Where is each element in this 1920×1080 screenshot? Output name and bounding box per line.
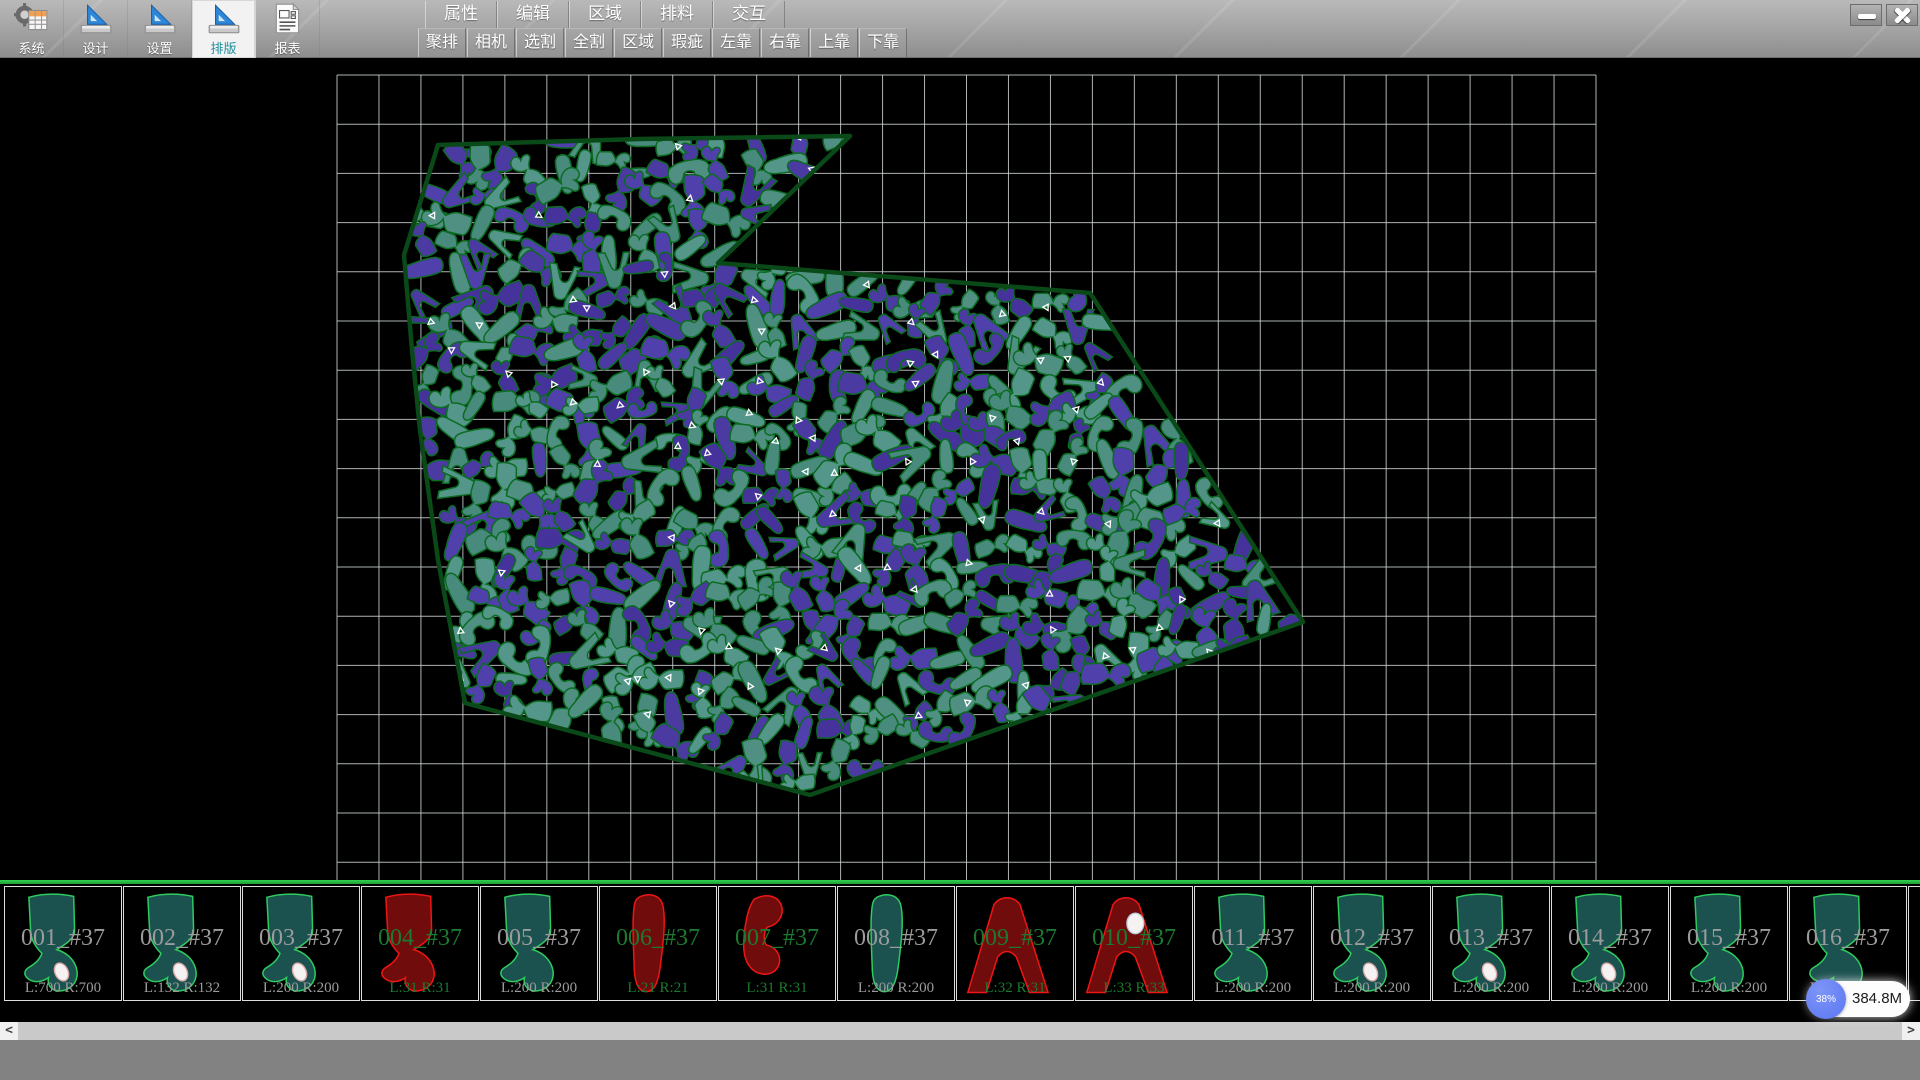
main-button-nesting[interactable]: 排版 — [192, 0, 256, 58]
settings-icon — [142, 2, 178, 41]
part-thumbnail-6[interactable]: 006_#37L:21 R:21 — [599, 886, 717, 1001]
main-button-label: 设置 — [146, 41, 172, 57]
part-thumbnail-17[interactable]: 017_#37L:200 R:200 — [1908, 886, 1920, 1001]
close-button[interactable] — [1886, 4, 1918, 26]
main-button-design[interactable]: 设计 — [64, 0, 128, 58]
part-thumbnail-14[interactable]: 014_#37L:200 R:200 — [1551, 886, 1669, 1001]
nesting-canvas[interactable] — [0, 58, 1920, 880]
scroll-left-icon[interactable]: < — [0, 1022, 18, 1040]
tool-item-7[interactable]: 右靠 — [761, 28, 809, 57]
main-button-settings[interactable]: 设置 — [128, 0, 192, 58]
part-thumbnail-1[interactable]: 001_#37L:700 R:700 — [4, 886, 122, 1001]
titlebar: 系统设计设置排版报表 属性编辑区域排料交互 聚排相机选割全割区域瑕疵左靠右靠上靠… — [0, 0, 1920, 58]
part-shape — [1911, 888, 1920, 1000]
horizontal-scrollbar[interactable]: < > — [0, 1022, 1920, 1040]
part-shape — [1435, 888, 1531, 1000]
window-controls — [1850, 4, 1918, 26]
scroll-right-icon[interactable]: > — [1902, 1022, 1920, 1040]
tool-item-0[interactable]: 聚排 — [418, 28, 466, 57]
minimize-button[interactable] — [1850, 4, 1882, 26]
design-icon — [78, 2, 114, 41]
tool-item-2[interactable]: 选割 — [516, 28, 564, 57]
main-button-report[interactable]: 报表 — [256, 0, 320, 58]
main-button-system[interactable]: 系统 — [0, 0, 64, 58]
part-thumbnail-2[interactable]: 002_#37L:132 R:132 — [123, 886, 241, 1001]
menu-item-1[interactable]: 编辑 — [497, 1, 569, 28]
part-thumbnail-10[interactable]: 010_#37L:33 R:33 — [1075, 886, 1193, 1001]
memory-percent-circle: 38% — [1806, 979, 1846, 1019]
part-shape — [1554, 888, 1650, 1000]
part-shape — [721, 888, 817, 1000]
main-button-label: 设计 — [82, 41, 108, 57]
part-shape — [126, 888, 222, 1000]
part-thumbnail-3[interactable]: 003_#37L:200 R:200 — [242, 886, 360, 1001]
part-thumbnail-15[interactable]: 015_#37L:200 R:200 — [1670, 886, 1788, 1001]
main-button-label: 系统 — [18, 41, 44, 57]
tool-item-6[interactable]: 左靠 — [712, 28, 760, 57]
part-shape — [1673, 888, 1769, 1000]
tool-item-9[interactable]: 下靠 — [859, 28, 907, 57]
report-icon — [270, 2, 306, 41]
menu-bar: 属性编辑区域排料交互 — [425, 1, 785, 28]
part-thumbnail-4[interactable]: 004_#37L:31 R:31 — [361, 886, 479, 1001]
memory-percent: 38% — [1816, 994, 1836, 1005]
part-shape — [602, 888, 698, 1000]
menu-item-2[interactable]: 区域 — [569, 1, 641, 28]
tool-bar: 聚排相机选割全割区域瑕疵左靠右靠上靠下靠 — [418, 28, 908, 57]
part-thumbnail-8[interactable]: 008_#37L:200 R:200 — [837, 886, 955, 1001]
part-thumbnail-12[interactable]: 012_#37L:200 R:200 — [1313, 886, 1431, 1001]
menu-item-4[interactable]: 交互 — [713, 1, 785, 28]
part-thumbnail-5[interactable]: 005_#37L:200 R:200 — [480, 886, 598, 1001]
nesting-icon — [206, 2, 242, 41]
tool-item-8[interactable]: 上靠 — [810, 28, 858, 57]
parts-strip: 001_#37L:700 R:700002_#37L:132 R:132003_… — [0, 884, 1920, 1005]
part-shape — [1197, 888, 1293, 1000]
main-button-label: 排版 — [210, 41, 236, 57]
part-shape — [1316, 888, 1412, 1000]
system-icon — [14, 2, 50, 41]
part-thumbnail-11[interactable]: 011_#37L:200 R:200 — [1194, 886, 1312, 1001]
part-thumbnail-9[interactable]: 009_#37L:32 R:31 — [956, 886, 1074, 1001]
part-shape — [959, 888, 1055, 1000]
part-thumbnail-13[interactable]: 013_#37L:200 R:200 — [1432, 886, 1550, 1001]
tool-item-1[interactable]: 相机 — [467, 28, 515, 57]
app-window: 系统设计设置排版报表 属性编辑区域排料交互 聚排相机选割全割区域瑕疵左靠右靠上靠… — [0, 0, 1920, 1080]
part-shape — [1078, 888, 1174, 1000]
tool-item-3[interactable]: 全割 — [565, 28, 613, 57]
part-thumbnail-7[interactable]: 007_#37L:31 R:31 — [718, 886, 836, 1001]
menu-item-0[interactable]: 属性 — [425, 1, 497, 28]
menu-item-3[interactable]: 排料 — [641, 1, 713, 28]
nesting-drawing — [0, 58, 1920, 880]
tool-item-4[interactable]: 区域 — [614, 28, 662, 57]
part-shape — [483, 888, 579, 1000]
main-button-label: 报表 — [274, 41, 300, 57]
tool-item-5[interactable]: 瑕疵 — [663, 28, 711, 57]
main-toolbar: 系统 设计 设置 排版 报表 — [0, 0, 320, 58]
memory-badge[interactable]: 38% 384.8M — [1808, 981, 1910, 1017]
bottom-bar — [0, 1040, 1920, 1080]
part-shape — [245, 888, 341, 1000]
memory-value: 384.8M — [1852, 981, 1902, 1017]
part-shape — [364, 888, 460, 1000]
part-shape — [840, 888, 936, 1000]
part-shape — [7, 888, 103, 1000]
